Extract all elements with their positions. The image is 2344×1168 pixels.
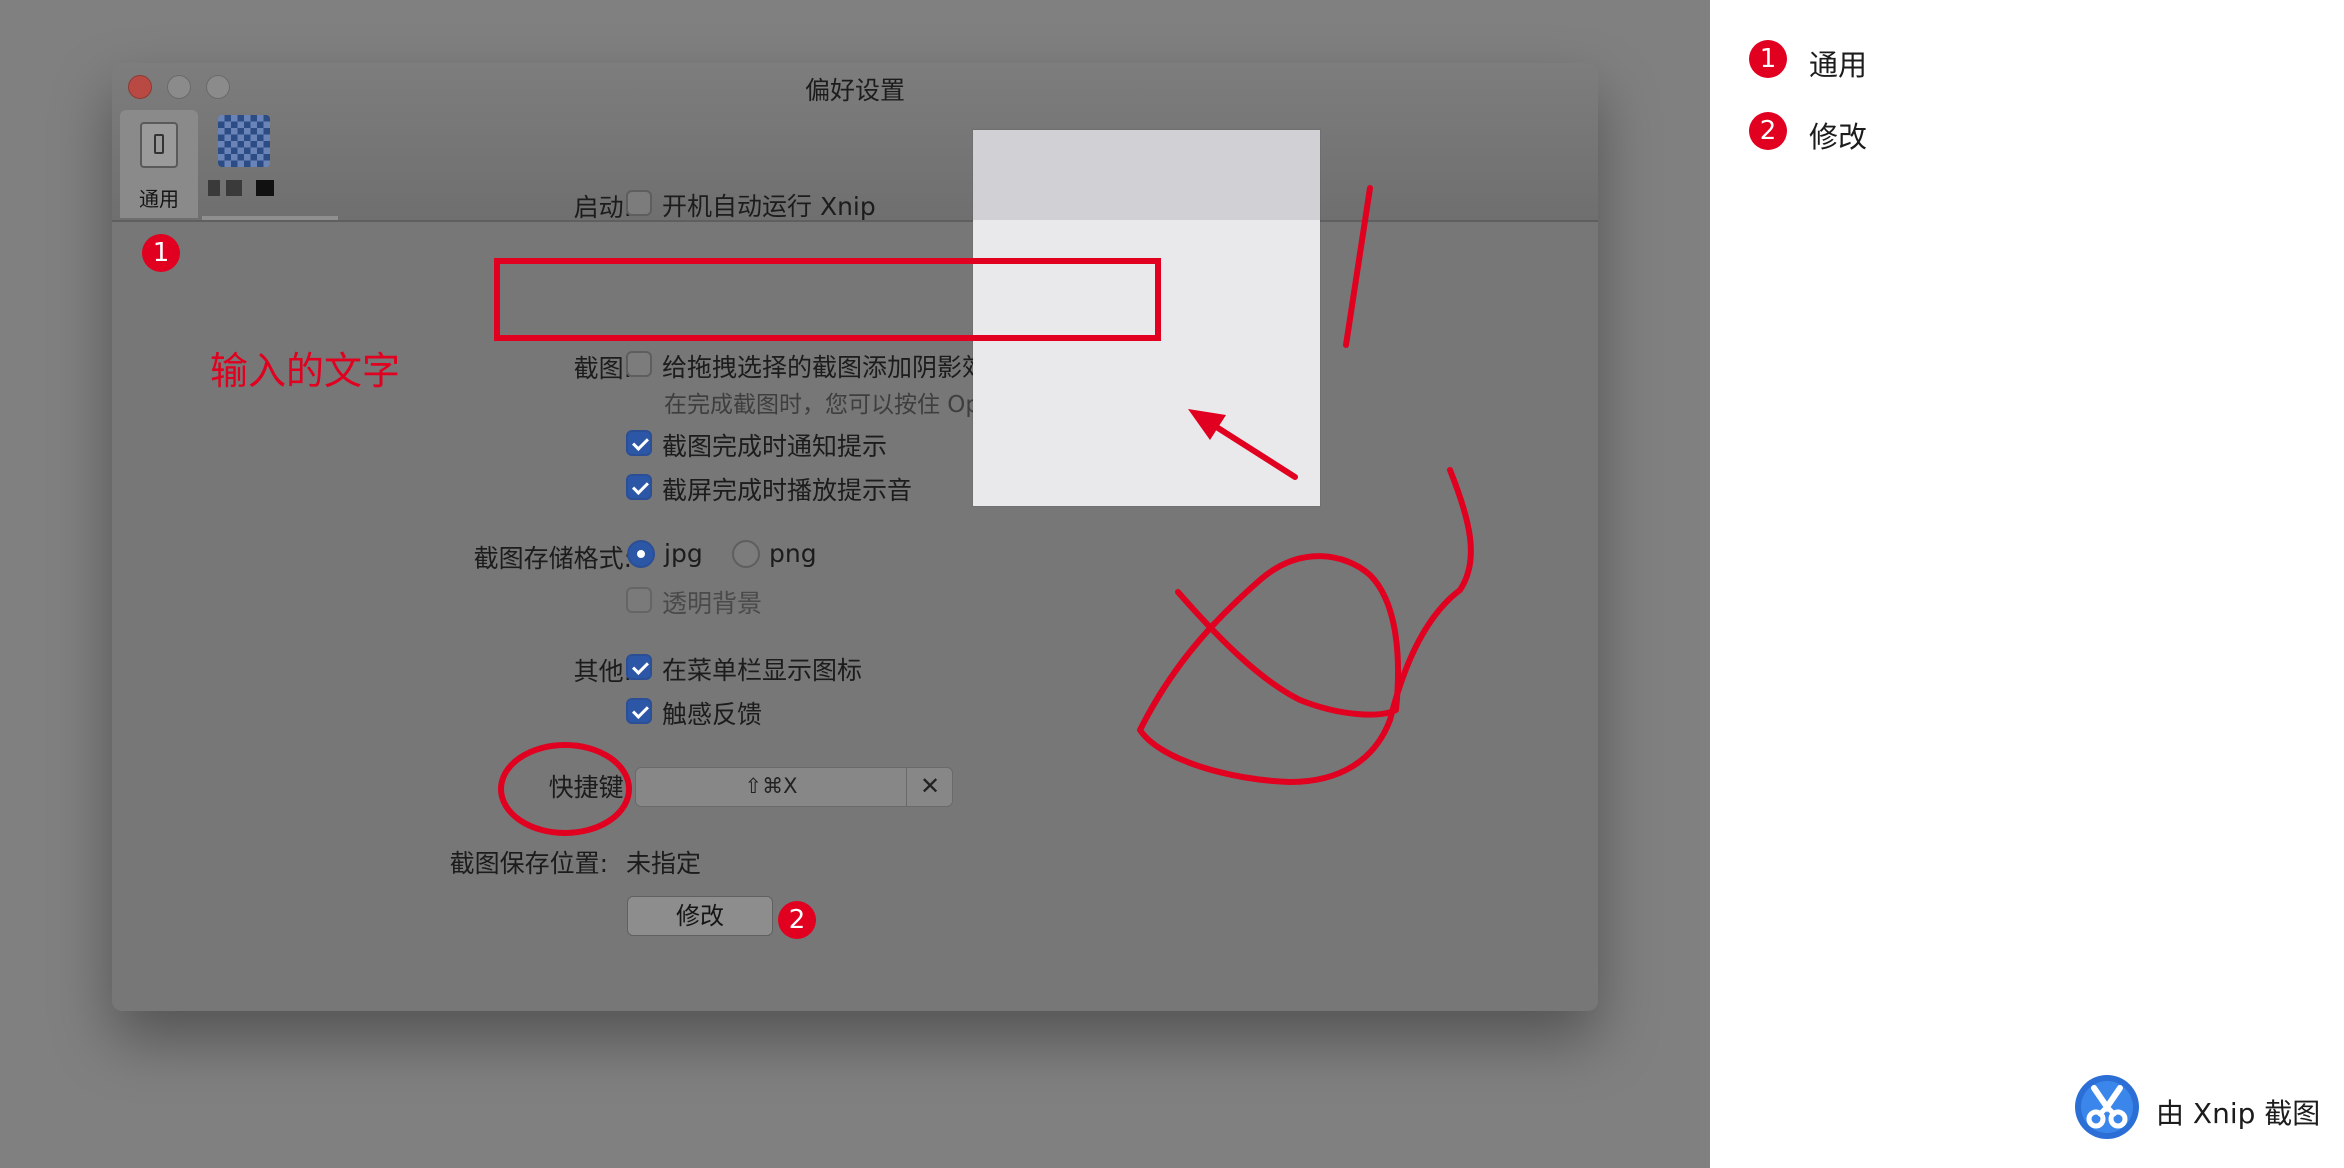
legend-badge-2: 2 — [1749, 112, 1787, 150]
legend-label-1: 通用 — [1809, 48, 1868, 82]
annotation-line — [1343, 185, 1373, 348]
credit-text: 由 Xnip 截图 — [2156, 1097, 2321, 1130]
legend-panel — [1710, 0, 2344, 1168]
screenshot-canvas: 偏好设置 通用 启动: 开机自动运行 Xnip 截图: 给拖拽选择的截图添加阴影… — [0, 0, 1710, 1168]
annotation-drawings — [494, 185, 1474, 836]
legend-badge-1: 1 — [1749, 40, 1787, 78]
xnip-logo-icon — [2075, 1075, 2139, 1139]
annotation-freehand — [1137, 467, 1474, 785]
annotation-ellipse — [498, 742, 632, 836]
annotation-arrow-head — [1188, 409, 1226, 440]
annotation-rectangle — [494, 258, 1161, 341]
legend-label-2: 修改 — [1809, 120, 1868, 154]
